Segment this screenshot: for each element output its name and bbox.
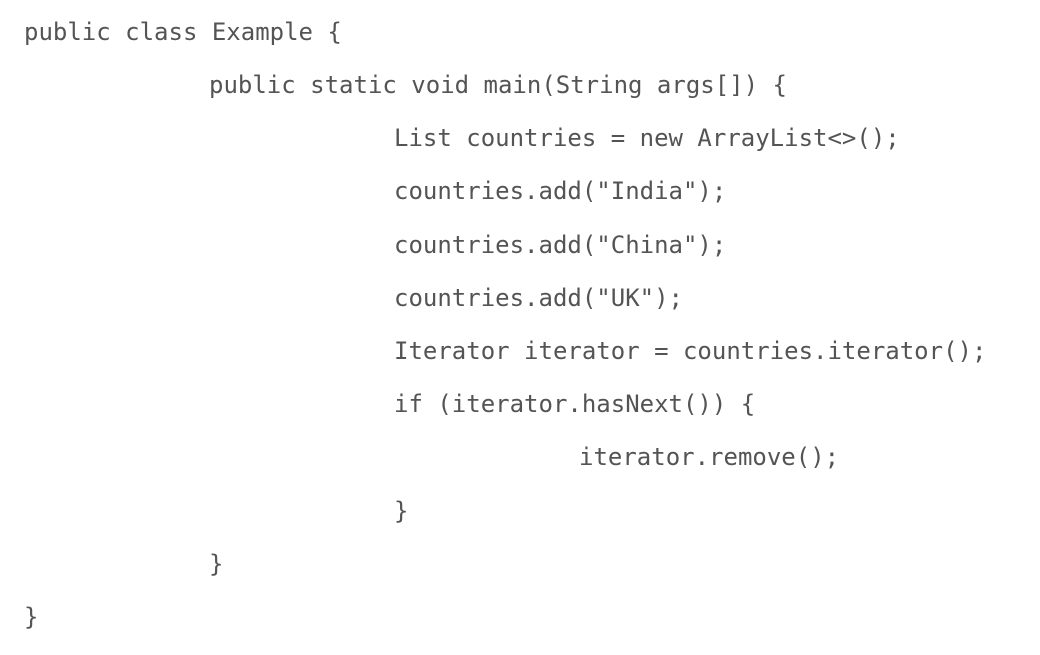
code-line-list-init: List countries = new ArrayList<>(); xyxy=(394,124,900,152)
code-line-add-china: countries.add("China"); xyxy=(394,231,727,259)
code-line-add-uk: countries.add("UK"); xyxy=(394,284,683,312)
code-line-close-class: } xyxy=(24,603,39,631)
code-line-close-if: } xyxy=(394,497,409,525)
code-line-close-main: } xyxy=(209,550,224,578)
code-line-iterator-remove: iterator.remove(); xyxy=(579,443,840,471)
code-line-if-has-next: if (iterator.hasNext()) { xyxy=(394,390,756,418)
code-line-class-declaration: public class Example { xyxy=(24,18,342,46)
code-line-iterator-init: Iterator iterator = countries.iterator()… xyxy=(394,337,987,365)
code-block: public class Example { public static voi… xyxy=(0,0,1040,655)
code-line-add-india: countries.add("India"); xyxy=(394,177,727,205)
code-line-main-method: public static void main(String args[]) { xyxy=(209,71,787,99)
